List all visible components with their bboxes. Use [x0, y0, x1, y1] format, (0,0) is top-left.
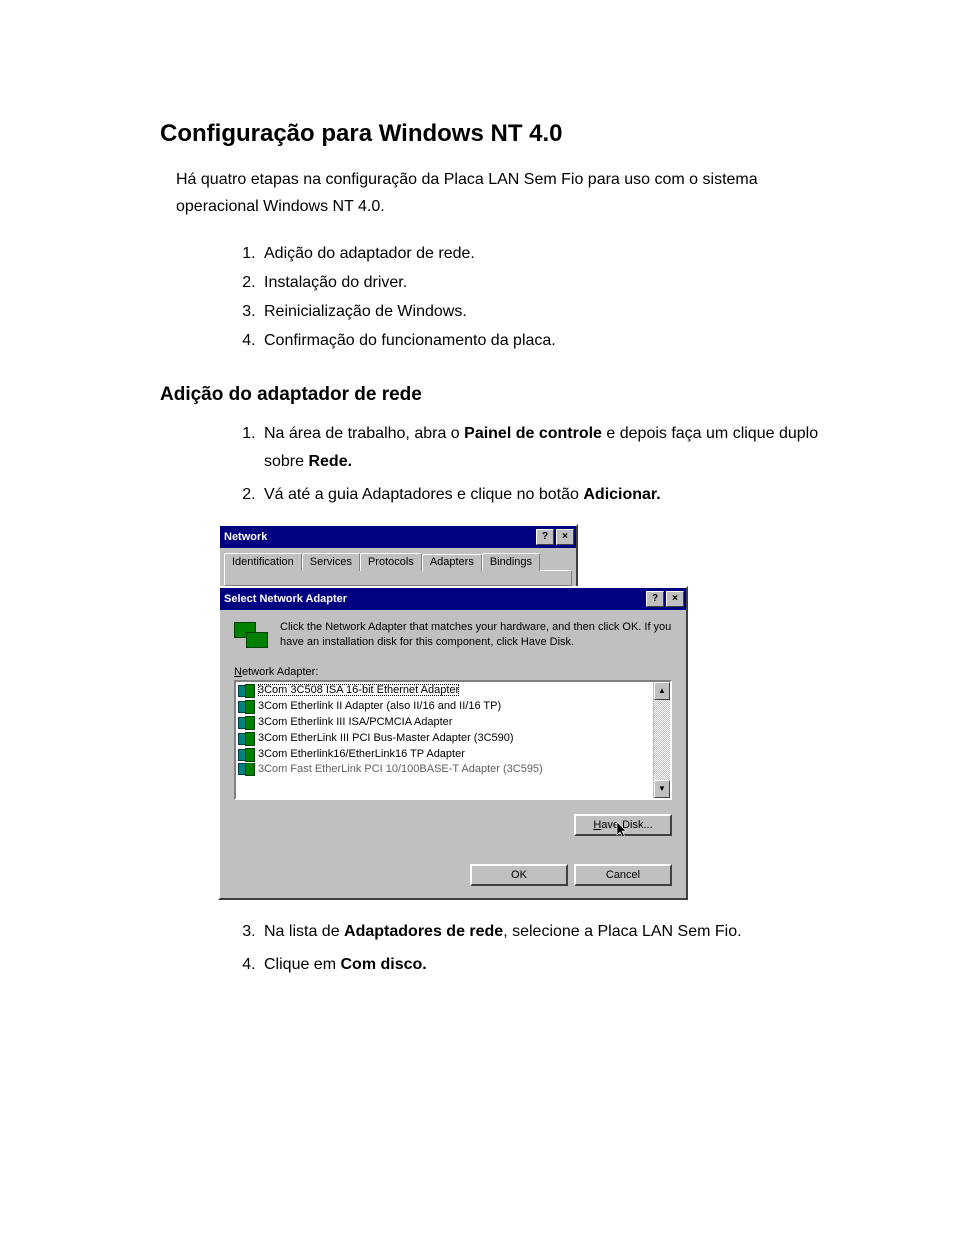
step-item: Adição do adaptador de rede.	[260, 240, 844, 269]
text-bold: Adaptadores de rede	[344, 923, 503, 940]
tab-adapters[interactable]: Adapters	[422, 554, 482, 572]
help-button[interactable]: ?	[536, 529, 554, 545]
step-item: Confirmação do funcionamento da placa.	[260, 327, 844, 356]
network-card-icon	[234, 622, 268, 652]
adapter-list-item[interactable]: 3Com Etherlink16/EtherLink16 TP Adapter	[236, 747, 653, 763]
intro-paragraph: Há quatro etapas na configuração da Plac…	[176, 166, 844, 220]
tab-protocols[interactable]: Protocols	[360, 553, 422, 571]
button-label-rest: ave Disk...	[601, 819, 652, 831]
text: Vá até a guia Adaptadores e clique no bo…	[264, 486, 583, 503]
network-adapter-listbox[interactable]: 3Com 3C508 ISA 16-bit Ethernet Adapter 3…	[234, 680, 672, 800]
text: Na área de trabalho, abra o	[264, 425, 464, 442]
instruction-list-2: Na lista de Adaptadores de rede, selecio…	[160, 918, 844, 980]
adapter-name: 3Com EtherLink III PCI Bus-Master Adapte…	[258, 732, 514, 744]
adapter-list-item[interactable]: 3Com Etherlink III ISA/PCMCIA Adapter	[236, 715, 653, 731]
titlebar-select-adapter[interactable]: Select Network Adapter ? ×	[220, 588, 686, 610]
step-item: Instalação do driver.	[260, 269, 844, 298]
adapter-list-item[interactable]: 3Com 3C508 ISA 16-bit Ethernet Adapter	[236, 683, 653, 699]
instruction-item: Clique em Com disco.	[260, 951, 844, 980]
adapter-list-item[interactable]: 3Com Etherlink II Adapter (also II/16 an…	[236, 699, 653, 715]
underlined-accelerator: N	[234, 666, 242, 678]
have-disk-button[interactable]: Have Disk...	[574, 814, 672, 836]
text-bold: Adicionar.	[583, 486, 660, 503]
listbox-scrollbar[interactable]: ▲ ▼	[653, 682, 670, 798]
tab-bindings[interactable]: Bindings	[482, 553, 540, 571]
list-label: Network Adapter:	[234, 666, 672, 678]
text: Clique em	[264, 956, 340, 973]
label-rest: etwork Adapter:	[242, 666, 318, 678]
scroll-down-button[interactable]: ▼	[654, 780, 670, 798]
text: , selecione a Placa LAN Sem Fio.	[503, 923, 741, 940]
instruction-item: Na área de trabalho, abra o Painel de co…	[260, 420, 844, 478]
adapter-name: 3Com Fast EtherLink PCI 10/100BASE-T Ada…	[258, 763, 543, 775]
adapter-icon	[238, 684, 254, 697]
tab-services[interactable]: Services	[302, 553, 360, 571]
tab-panel-spacer	[224, 570, 572, 586]
text-bold: Com disco.	[340, 956, 426, 973]
adapter-name: 3Com Etherlink16/EtherLink16 TP Adapter	[258, 748, 465, 760]
dialog-instruction-text: Click the Network Adapter that matches y…	[280, 620, 672, 652]
step-item: Reinicialização de Windows.	[260, 298, 844, 327]
page-title: Configuração para Windows NT 4.0	[160, 120, 844, 148]
adapter-icon	[238, 763, 254, 776]
adapter-icon	[238, 716, 254, 729]
text: Na lista de	[264, 923, 344, 940]
adapter-name: 3Com Etherlink III ISA/PCMCIA Adapter	[258, 716, 452, 728]
scroll-track[interactable]	[654, 700, 670, 780]
dialog-select-network-adapter: Select Network Adapter ? × Click the Net…	[218, 586, 688, 900]
cancel-button[interactable]: Cancel	[574, 864, 672, 886]
tab-strip: Identification Services Protocols Adapte…	[224, 552, 572, 570]
instruction-list-1: Na área de trabalho, abra o Painel de co…	[160, 420, 844, 510]
window-title: Network	[224, 531, 536, 543]
help-button[interactable]: ?	[646, 591, 664, 607]
scroll-up-button[interactable]: ▲	[654, 682, 670, 700]
adapter-icon	[238, 748, 254, 761]
text-bold: Rede.	[308, 453, 352, 470]
instruction-item: Vá até a guia Adaptadores e clique no bo…	[260, 481, 844, 510]
dialog-title: Select Network Adapter	[224, 593, 646, 605]
adapter-name: 3Com 3C508 ISA 16-bit Ethernet Adapter	[258, 684, 459, 696]
adapter-name: 3Com Etherlink II Adapter (also II/16 an…	[258, 700, 501, 712]
ok-button[interactable]: OK	[470, 864, 568, 886]
tab-identification[interactable]: Identification	[224, 553, 302, 571]
overview-steps-list: Adição do adaptador de rede. Instalação …	[160, 240, 844, 355]
close-button[interactable]: ×	[666, 591, 684, 607]
section-heading-add-adapter: Adição do adaptador de rede	[160, 384, 844, 406]
adapter-list-item[interactable]: 3Com Fast EtherLink PCI 10/100BASE-T Ada…	[236, 763, 653, 776]
instruction-item: Na lista de Adaptadores de rede, selecio…	[260, 918, 844, 947]
text-bold: Painel de controle	[464, 425, 602, 442]
window-network: Network ? × Identification Services Prot…	[218, 524, 578, 592]
adapter-icon	[238, 700, 254, 713]
screenshot-network-dialog: Network ? × Identification Services Prot…	[218, 524, 844, 900]
close-button[interactable]: ×	[556, 529, 574, 545]
adapter-list-item[interactable]: 3Com EtherLink III PCI Bus-Master Adapte…	[236, 731, 653, 747]
titlebar-network[interactable]: Network ? ×	[220, 526, 576, 548]
adapter-icon	[238, 732, 254, 745]
